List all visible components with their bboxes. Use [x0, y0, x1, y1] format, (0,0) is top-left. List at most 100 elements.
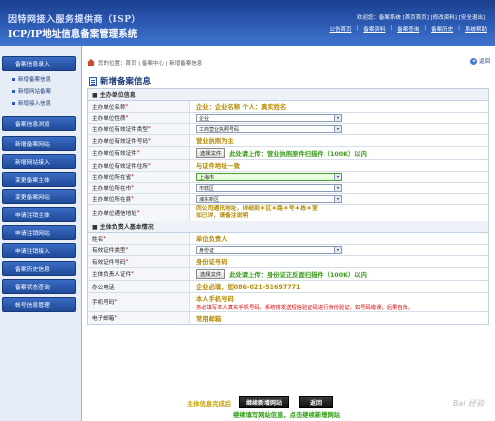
nav-separator: |	[424, 25, 427, 31]
field-value-cell: 市辖区 ▾	[190, 183, 488, 193]
nav-separator: |	[458, 25, 460, 31]
text-field[interactable]: 营业执照为主	[190, 135, 488, 146]
upload-hint: 此处请上传：身份证正反面扫描件（100K）以内	[229, 271, 367, 279]
required-marker: *	[136, 210, 140, 216]
select-field[interactable]: 浦东新区 ▾	[196, 195, 342, 203]
sidebar-subitem-new-record[interactable]: 新增备案信息	[12, 75, 51, 83]
field-label-text: 主体负责人证件	[92, 272, 132, 278]
sidebar-item-change-site[interactable]: 变更备案网站	[2, 189, 76, 204]
text-field-hint: 身份证号码	[196, 259, 228, 266]
choose-file-button[interactable]: 选择文件	[196, 148, 226, 158]
field-label: 主办单位性质 *	[88, 113, 190, 123]
welcome-links[interactable]: [首页首页] [修改资料] [安全退出]	[403, 15, 485, 21]
select-field[interactable]: 企业 ▾	[196, 114, 342, 122]
form-row: 办公电话 企业必填，如086-021-51697771	[88, 281, 488, 293]
field-label: 主办单位有效证件住所 *	[88, 160, 190, 171]
text-field-hint: 企业必填，如086-021-51697771	[196, 284, 301, 291]
text-field[interactable]: 企业必填，如086-021-51697771	[190, 281, 488, 292]
choose-file-button[interactable]: 选择文件	[196, 269, 226, 279]
nav-home[interactable]: 公告首页	[329, 25, 351, 33]
field-label-text: 主办单位有效证件住所	[92, 163, 148, 170]
required-marker: *	[136, 150, 140, 156]
sidebar-subitem-new-site[interactable]: 新增网站备案	[12, 87, 51, 95]
field-label: 有效证件类型 *	[88, 245, 190, 255]
field-label-text: 有效证件类型	[92, 248, 126, 254]
field-label-text: 办公电话	[92, 284, 115, 291]
welcome-prefix: 欢迎您：	[356, 15, 379, 21]
form-row: 主办单位所在市 * 市辖区 ▾	[88, 183, 488, 194]
sidebar-item-new-site[interactable]: 新增备案网站	[2, 136, 76, 151]
form-row: 主办单位有效证件类型 * 工商营业执照号码 ▾	[88, 124, 488, 135]
text-field-hint: 单位负责人	[196, 236, 228, 243]
nav-help[interactable]: 系统帮助	[465, 25, 487, 33]
field-value-cell[interactable]: 本人手机号码 务必填写本人真实手机号码，系统将发送短信验证码进行身份验证，如号码错…	[190, 293, 488, 311]
text-field[interactable]: 企业：企业名称 个人：真实姓名	[190, 101, 488, 112]
sidebar-item-browse[interactable]: 备案信息浏览	[2, 116, 76, 131]
required-marker: *	[131, 196, 134, 202]
field-value-cell: 工商营业执照号码 ▾	[190, 124, 488, 134]
sidebar: 备案信息录入 新增备案信息 新增网站备案 新增接入信息 备案信息浏览 新增备案网…	[0, 46, 82, 421]
form-row: 有效证件号码 * 身份证号码	[88, 256, 488, 268]
text-field[interactable]: 常用邮箱	[190, 312, 488, 324]
sidebar-item-new-access[interactable]: 新增网站接入	[2, 154, 76, 169]
chevron-down-icon[interactable]: ▾	[334, 174, 341, 180]
sidebar-item-cancel-access[interactable]: 申请注销接入	[2, 243, 76, 258]
field-label: 主办单位有效证件号码 *	[88, 135, 190, 146]
chevron-down-icon[interactable]: ▾	[334, 126, 341, 132]
text-field-hint: 与证件地址一致	[196, 163, 241, 170]
field-value-cell[interactable]: 同公司通讯地址，详细到＊区＊路＊号＊栋＊室 如已详，请备注说明	[190, 205, 488, 221]
form-row: 主办单位性质 * 企业 ▾	[88, 113, 488, 124]
page-title-text: 新增备案信息	[100, 77, 152, 87]
sidebar-item-change-subject[interactable]: 变更备案主体	[2, 172, 76, 187]
chevron-down-icon[interactable]: ▾	[334, 185, 341, 191]
field-label: 主办单位所在市 *	[88, 183, 190, 193]
sidebar-subitem-new-access[interactable]: 新增接入信息	[12, 99, 51, 107]
home-icon	[87, 59, 95, 66]
back-button[interactable]: 返回	[299, 396, 333, 408]
section-person-header: ■ 主体负责人基本情况	[88, 221, 488, 233]
sidebar-item-cancel-site[interactable]: 申请注销网站	[2, 225, 76, 240]
sidebar-item-account[interactable]: 帐号信息管理	[2, 297, 76, 312]
nav-data[interactable]: 备案资料	[363, 25, 385, 33]
nav-separator: |	[356, 25, 359, 31]
field-value-cell: 选择文件 此处请上传：身份证正反面扫描件（100K）以内	[190, 268, 488, 280]
nav-query[interactable]: 备案查询	[397, 25, 419, 33]
field-label: 主办单位所在县 *	[88, 194, 190, 204]
back-label: 返回	[478, 59, 490, 65]
sidebar-item-cancel-subject[interactable]: 申请注销主体	[2, 207, 76, 222]
nav-history[interactable]: 备案历史	[431, 25, 453, 33]
text-field[interactable]: 单位负责人	[190, 233, 488, 244]
continue-add-site-button[interactable]: 继续新增网站	[239, 396, 289, 408]
form-row: 手机号码 * 本人手机号码 务必填写本人真实手机号码，系统将发送短信验证码进行身份验证…	[88, 293, 488, 312]
field-value-cell: 浦东新区 ▾	[190, 194, 488, 204]
form-row: 姓名 * 单位负责人	[88, 233, 488, 245]
select-field[interactable]: 工商营业执照号码 ▾	[196, 125, 342, 133]
text-field[interactable]: 身份证号码	[190, 256, 488, 267]
select-value: 企业	[199, 115, 210, 122]
system-title-line1: 因特网接入服务提供商（ISP）	[8, 15, 141, 25]
sidebar-item-record-entry[interactable]: 备案信息录入	[2, 56, 76, 71]
chevron-down-icon[interactable]: ▾	[334, 115, 341, 121]
text-field-hint: 营业执照为主	[196, 138, 234, 145]
field-value-cell: 上海市 ▾	[190, 172, 488, 182]
sidebar-item-history[interactable]: 备案历史信息	[2, 261, 76, 276]
actions-note: 继续填写网站信息，点击继续新增网站	[233, 412, 341, 419]
back-link[interactable]: ◂ 返回	[469, 57, 490, 65]
form-row: 主办单位所在县 * 浦东新区 ▾	[88, 194, 488, 205]
back-arrow-icon: ◂	[469, 57, 477, 65]
text-field-hint: 本人手机号码	[196, 295, 234, 303]
chevron-down-icon[interactable]: ▾	[334, 196, 341, 202]
select-field[interactable]: 上海市 ▾	[196, 173, 342, 181]
breadcrumb-text: 您的位置：首页 | 备案中心 | 新增备案信息	[98, 60, 203, 67]
select-field[interactable]: 身份证 ▾	[196, 246, 342, 254]
mobile-warning-note: 务必填写本人真实手机号码，系统将发送短信验证码进行身份验证，如号码错误，后果自负…	[196, 304, 414, 311]
field-value-cell: 身份证 ▾	[190, 245, 488, 255]
chevron-down-icon[interactable]: ▾	[334, 247, 341, 253]
actions-prefix: 主体信息完成后	[187, 401, 232, 408]
form-row: 主办单位有效证件号码 * 营业执照为主	[88, 135, 488, 147]
sidebar-item-status[interactable]: 备案状态查询	[2, 279, 76, 294]
field-label-text: 主办单位有效证件	[92, 151, 137, 157]
text-field[interactable]: 与证件地址一致	[190, 160, 488, 171]
select-field[interactable]: 市辖区 ▾	[196, 184, 342, 192]
field-label-text: 姓名	[92, 236, 104, 243]
